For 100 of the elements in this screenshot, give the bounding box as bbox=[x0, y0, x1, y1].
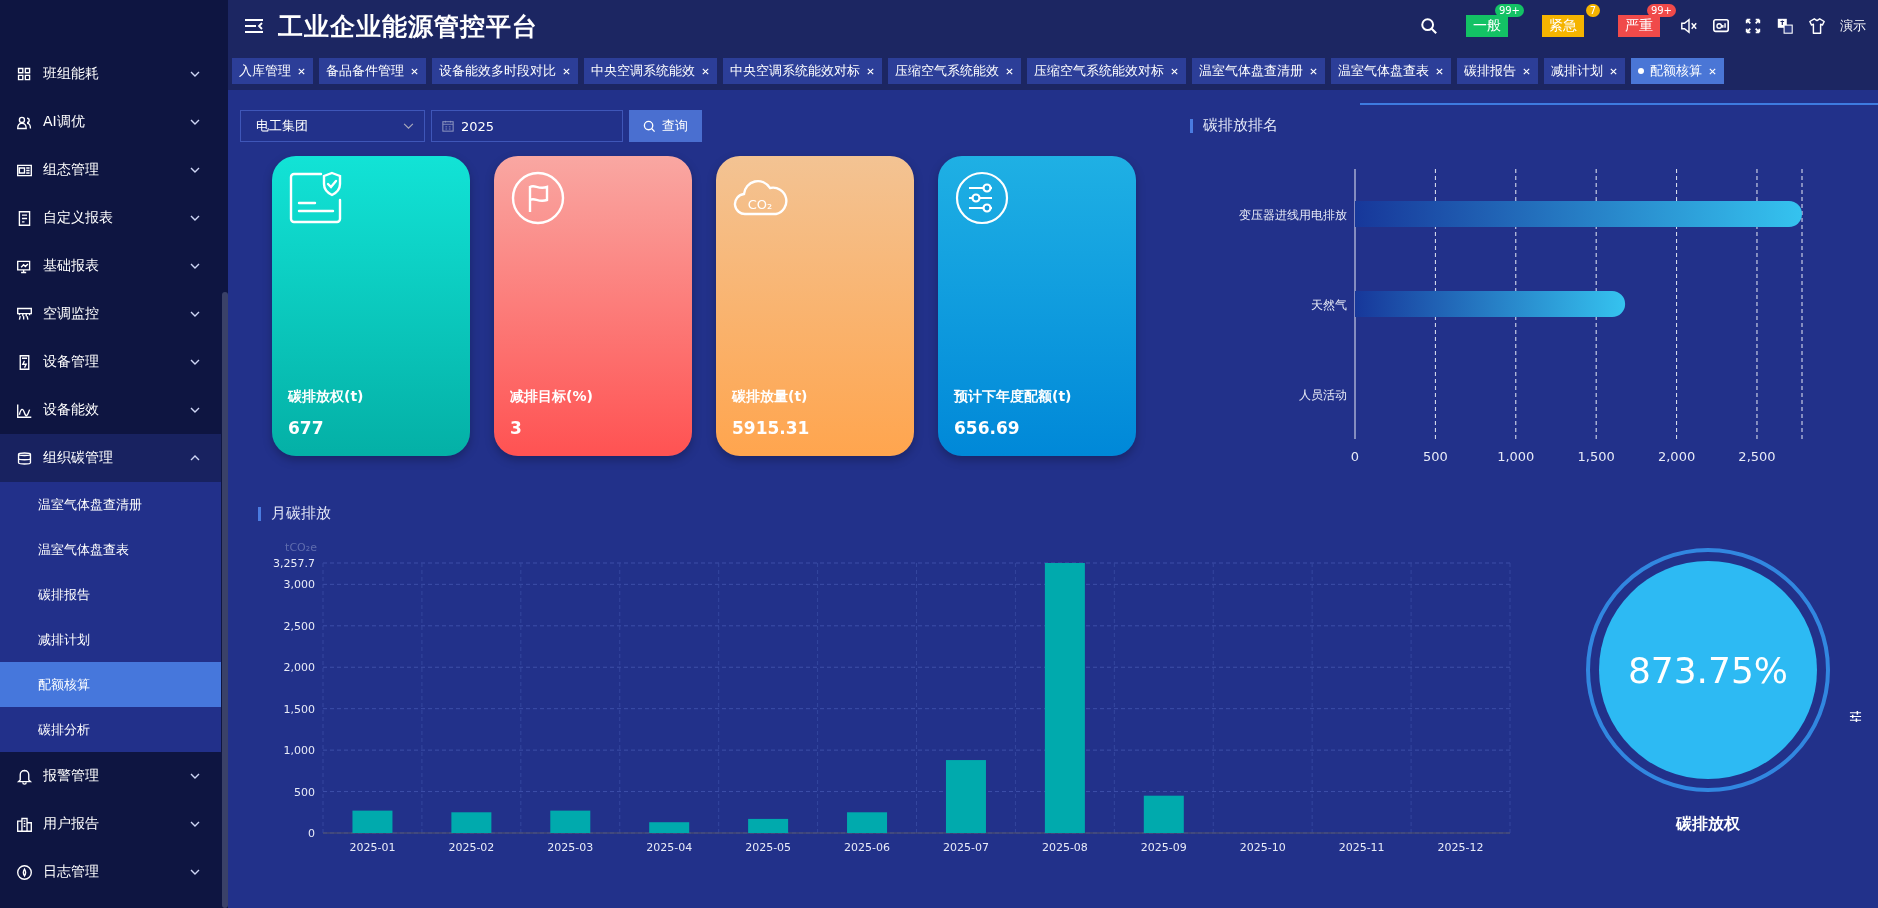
close-icon[interactable] bbox=[1005, 66, 1014, 76]
stat-value: 656.69 bbox=[954, 418, 1021, 438]
sidebar-item[interactable]: 用户报告 bbox=[0, 800, 221, 848]
gauge-label: 碳排放权 bbox=[1676, 814, 1740, 835]
page-tab[interactable]: 压缩空气系统能效对标 bbox=[1027, 58, 1186, 84]
menu-item-icon bbox=[16, 209, 33, 227]
menu-item-icon bbox=[16, 863, 33, 881]
user-name[interactable]: 演示 bbox=[1840, 17, 1866, 35]
axis-unit-label: tCO₂e bbox=[285, 541, 317, 554]
sidebar-item[interactable]: 班组能耗 bbox=[0, 50, 221, 98]
stat-label: 碳排放权(t) bbox=[288, 388, 365, 406]
close-icon[interactable] bbox=[1609, 66, 1618, 76]
stat-label: 预计下年度配额(t) bbox=[954, 388, 1073, 406]
page-tab[interactable]: 碳排报告 bbox=[1457, 58, 1538, 84]
submenu-item[interactable]: 温室气体盘查表 bbox=[0, 527, 221, 572]
page-tab[interactable]: 温室气体盘查清册 bbox=[1192, 58, 1325, 84]
axis-tick-label: 2,500 bbox=[283, 619, 315, 633]
sidebar-item[interactable]: 组织碳管理 bbox=[0, 434, 221, 482]
axis-tick-label: 3,257.7 bbox=[273, 557, 315, 570]
caret-icon bbox=[403, 122, 414, 130]
alert-level-tag[interactable]: 严重 bbox=[1618, 15, 1660, 37]
sidebar-item[interactable]: 空调监控 bbox=[0, 290, 221, 338]
monitor-icon[interactable] bbox=[1712, 17, 1730, 35]
page-tab[interactable]: 压缩空气系统能效 bbox=[888, 58, 1021, 84]
section-title: 碳排放排名 bbox=[1203, 116, 1278, 135]
count-badge: 99+ bbox=[1646, 4, 1676, 17]
category-label: 变压器进线用电排放 bbox=[1239, 208, 1347, 222]
shirt-icon[interactable] bbox=[1808, 17, 1826, 35]
sliders-icon bbox=[954, 170, 1010, 226]
close-icon[interactable] bbox=[562, 66, 571, 76]
axis-tick-label: 500 bbox=[1423, 449, 1448, 464]
document-shield-icon bbox=[288, 170, 344, 226]
submenu-item[interactable]: 温室气体盘查清册 bbox=[0, 482, 221, 527]
page-tab[interactable]: 中央空调系统能效对标 bbox=[723, 58, 882, 84]
translate-icon[interactable] bbox=[1776, 17, 1794, 35]
submenu-item[interactable]: 碳排分析 bbox=[0, 707, 221, 752]
close-icon[interactable] bbox=[410, 66, 419, 76]
sidebar-item[interactable]: 日志管理 bbox=[0, 848, 221, 896]
menu-item-icon bbox=[16, 449, 33, 467]
sliders-icon[interactable] bbox=[1849, 710, 1862, 723]
page-tab[interactable]: 设备能效多时段对比 bbox=[432, 58, 578, 84]
count-badge: 7 bbox=[1585, 4, 1600, 17]
page-tab[interactable]: 减排计划 bbox=[1544, 58, 1625, 84]
stat-label: 减排目标(%) bbox=[510, 388, 594, 406]
month-bar bbox=[1143, 795, 1184, 833]
query-button[interactable]: 查询 bbox=[629, 110, 702, 142]
submenu-item[interactable]: 碳排报告 bbox=[0, 572, 221, 617]
month-bar bbox=[352, 810, 393, 833]
axis-tick-label: 2,000 bbox=[1657, 449, 1696, 464]
close-icon[interactable] bbox=[1708, 66, 1717, 76]
close-icon[interactable] bbox=[1309, 66, 1318, 76]
axis-tick-label: 2,500 bbox=[1738, 449, 1776, 464]
count-badge: 99+ bbox=[1494, 4, 1524, 17]
month-bar bbox=[748, 818, 789, 833]
sidebar-item[interactable]: 自定义报表 bbox=[0, 194, 221, 242]
menu-item-icon bbox=[16, 305, 33, 323]
close-icon[interactable] bbox=[866, 66, 875, 76]
close-icon[interactable] bbox=[701, 66, 710, 76]
month-bar bbox=[649, 822, 690, 833]
axis-tick-label: 2025-05 bbox=[745, 841, 792, 854]
sidebar-item[interactable]: 组态管理 bbox=[0, 146, 221, 194]
page-tab[interactable]: 备品备件管理 bbox=[319, 58, 426, 84]
flag-icon bbox=[510, 170, 566, 226]
mute-icon[interactable] bbox=[1680, 17, 1698, 35]
app-title: 工业企业能源管控平台 bbox=[278, 10, 538, 43]
axis-tick-label: 1,500 bbox=[283, 702, 315, 716]
page-tab[interactable]: 配额核算 bbox=[1631, 58, 1724, 84]
close-icon[interactable] bbox=[1170, 66, 1179, 76]
scrollbar[interactable] bbox=[222, 292, 228, 908]
stat-value: 5915.31 bbox=[732, 418, 811, 438]
submenu-item[interactable]: 减排计划 bbox=[0, 617, 221, 662]
month-bar bbox=[847, 812, 888, 833]
close-icon[interactable] bbox=[1435, 66, 1444, 76]
axis-tick-label: 2025-09 bbox=[1140, 841, 1187, 854]
search-icon bbox=[643, 119, 656, 133]
axis-tick-label: 2025-04 bbox=[646, 841, 693, 854]
year-picker[interactable]: 2025 bbox=[431, 110, 623, 142]
axis-tick-label: 2,000 bbox=[283, 661, 315, 675]
close-icon[interactable] bbox=[1522, 66, 1531, 76]
axis-tick-label: 2025-10 bbox=[1239, 841, 1286, 854]
close-icon[interactable] bbox=[297, 66, 306, 76]
page-tab[interactable]: 温室气体盘查表 bbox=[1331, 58, 1451, 84]
month-bar bbox=[550, 810, 591, 833]
page-tab[interactable]: 中央空调系统能效 bbox=[584, 58, 717, 84]
axis-tick-label: 2025-06 bbox=[844, 841, 891, 854]
company-select[interactable]: 电工集团 bbox=[240, 110, 425, 142]
category-label: 人员活动 bbox=[1299, 388, 1347, 402]
menu-item-icon bbox=[16, 767, 33, 785]
page-tab[interactable]: 入库管理 bbox=[232, 58, 313, 84]
sidebar-item[interactable]: 基础报表 bbox=[0, 242, 221, 290]
search-icon[interactable] bbox=[1420, 17, 1438, 35]
sidebar-item[interactable]: 设备管理 bbox=[0, 338, 221, 386]
stat-value: 677 bbox=[288, 418, 325, 438]
month-bar bbox=[451, 812, 492, 833]
sidebar-item[interactable]: AI调优 bbox=[0, 98, 221, 146]
fullscreen-icon[interactable] bbox=[1744, 17, 1762, 35]
menu-icon[interactable] bbox=[244, 18, 264, 34]
submenu-item[interactable]: 配额核算 bbox=[0, 662, 221, 707]
sidebar-item[interactable]: 报警管理 bbox=[0, 752, 221, 800]
sidebar-item[interactable]: 设备能效 bbox=[0, 386, 221, 434]
